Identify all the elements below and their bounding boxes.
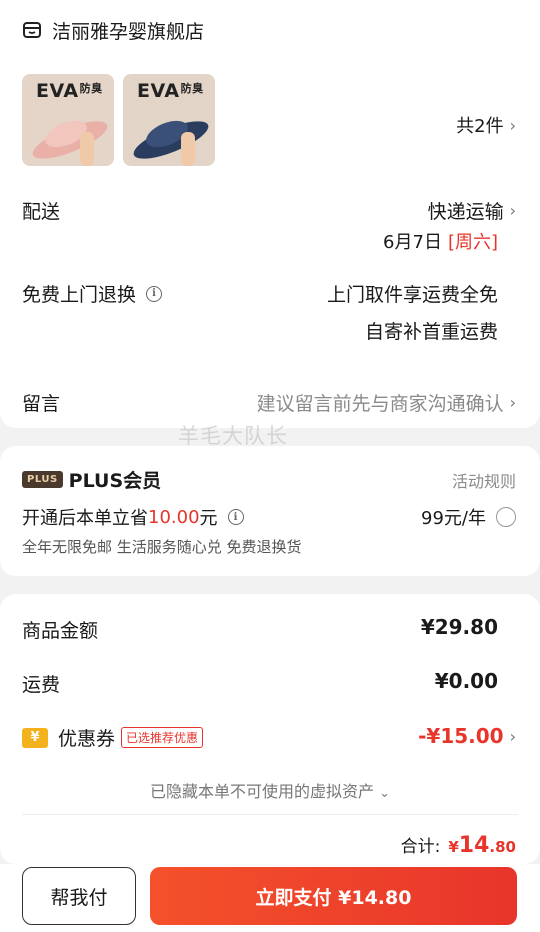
- delivery-method[interactable]: 快递运输 ›: [428, 197, 516, 224]
- help-pay-button[interactable]: 帮我付: [22, 867, 136, 925]
- store-header[interactable]: 洁丽雅孕婴旗舰店: [22, 16, 204, 44]
- coupon-icon: ¥: [22, 727, 48, 748]
- watermark: 羊毛大队长: [178, 424, 288, 448]
- bottom-action-bar: 帮我付 立即支付 ¥14.80: [0, 864, 540, 932]
- total-row: 合计: ¥14.80: [401, 832, 516, 858]
- order-card: 洁丽雅孕婴旗舰店 EVA防臭 EVA防臭 共2件 › 配送 快递运输 › 6月7…: [0, 0, 540, 428]
- info-icon[interactable]: i: [146, 285, 163, 302]
- info-icon[interactable]: i: [227, 509, 244, 525]
- coupon-tag: 已选推荐优惠: [121, 727, 204, 748]
- returns-label: 免费上门退换 i: [22, 280, 163, 307]
- plus-save-amount: 10.00: [148, 506, 200, 528]
- plus-benefits: 全年无限免邮 生活服务随心兑 免费退换货: [22, 538, 302, 556]
- goods-amount-value: ¥29.80: [420, 615, 498, 639]
- chevron-right-icon: ›: [509, 393, 516, 412]
- plus-rules-link[interactable]: 活动规则: [452, 468, 516, 492]
- chevron-right-icon: ›: [509, 201, 516, 220]
- plus-price-option[interactable]: 99元/年: [421, 504, 516, 530]
- delivery-date-text: 6月7日: [383, 232, 442, 253]
- returns-line1: 上门取件享运费全免: [326, 284, 498, 306]
- delivery-method-text: 快递运输: [427, 201, 504, 223]
- plus-radio[interactable]: [496, 507, 516, 527]
- plus-badge: PLUS: [22, 471, 63, 488]
- store-name: 洁丽雅孕婴旗舰店: [52, 20, 205, 43]
- shipping-value: ¥0.00: [434, 669, 498, 693]
- coupon-value-text: -¥15.00: [418, 724, 504, 748]
- plus-price: 99元/年: [421, 508, 486, 529]
- amount-card: 商品金额 ¥29.80 运费 ¥0.00 ¥ 优惠券 已选推荐优惠 -¥15.0…: [0, 594, 540, 864]
- returns-line2: 自寄补首重运费: [364, 321, 498, 343]
- chevron-right-icon: ›: [509, 726, 516, 746]
- coupon-value[interactable]: -¥15.00 ›: [418, 724, 516, 748]
- plus-save-prefix: 开通后本单立省: [22, 508, 148, 529]
- product-thumbnail[interactable]: EVA防臭: [22, 74, 114, 166]
- chevron-right-icon: ›: [509, 115, 516, 135]
- total-label: 合计:: [400, 837, 441, 857]
- shipping-label: 运费: [22, 674, 61, 696]
- item-count[interactable]: 共2件 ›: [456, 112, 516, 138]
- message-placeholder: 建议留言前先与商家沟通确认: [256, 393, 504, 415]
- pay-now-button[interactable]: 立即支付 ¥14.80: [150, 867, 517, 925]
- product-list[interactable]: EVA防臭 EVA防臭: [22, 74, 215, 166]
- coupon-label: 优惠券: [58, 728, 116, 750]
- message-label: 留言: [22, 393, 61, 415]
- product-label: EVA防臭: [36, 80, 103, 102]
- plus-savings: 开通后本单立省 10.00 元 i: [22, 504, 244, 530]
- product-label: EVA防臭: [137, 80, 204, 102]
- plus-card: PLUS PLUS会员 活动规则 开通后本单立省 10.00 元 i 99元/年 全…: [0, 446, 540, 576]
- plus-title: PLUS会员: [68, 470, 162, 492]
- checkout-page: 洁丽雅孕婴旗舰店 EVA防臭 EVA防臭 共2件 › 配送 快递运输 › 6月7…: [0, 0, 540, 932]
- message-input[interactable]: 建议留言前先与商家沟通确认 ›: [257, 389, 516, 416]
- store-icon: [23, 22, 41, 38]
- coupon-row[interactable]: ¥ 优惠券 已选推荐优惠: [22, 724, 204, 751]
- returns-label-text: 免费上门退换: [22, 284, 137, 306]
- plus-save-suffix: 元: [199, 508, 218, 529]
- chevron-down-icon: ⌄: [379, 786, 390, 801]
- delivery-date: 6月7日 [周六]: [383, 228, 498, 254]
- item-count-text: 共2件: [456, 116, 504, 137]
- hidden-assets-toggle[interactable]: 已隐藏本单不可使用的虚拟资产 ⌄: [0, 778, 540, 802]
- divider: [22, 814, 518, 815]
- product-thumbnail[interactable]: EVA防臭: [123, 74, 215, 166]
- plus-header: PLUS PLUS会员: [22, 466, 161, 493]
- delivery-weekday: [周六]: [447, 232, 498, 253]
- hidden-note-text: 已隐藏本单不可使用的虚拟资产: [149, 782, 374, 801]
- goods-amount-label: 商品金额: [22, 620, 99, 642]
- total-value: ¥14.80: [448, 833, 516, 858]
- delivery-label: 配送: [22, 201, 61, 223]
